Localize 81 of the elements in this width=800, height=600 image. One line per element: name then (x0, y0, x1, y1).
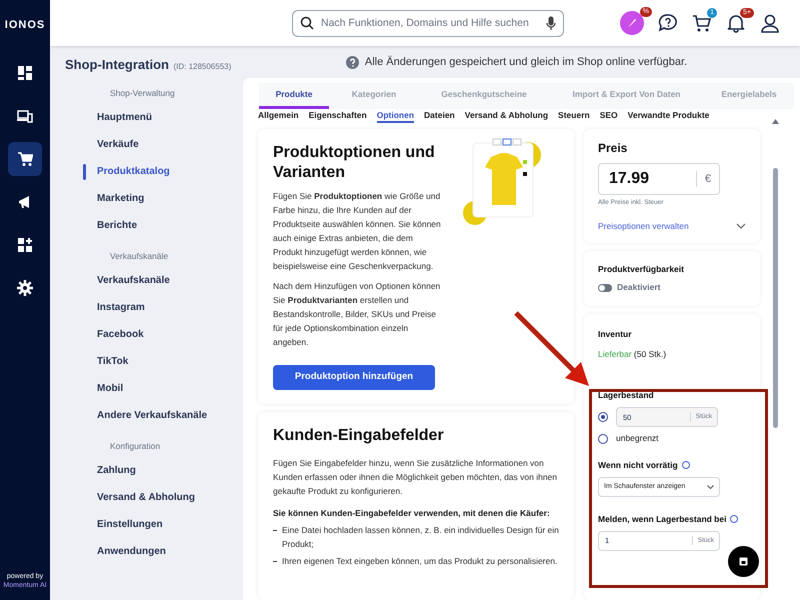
card-title: Kunden-Eingabefelder (273, 426, 445, 446)
help-icon (346, 56, 359, 68)
sub-tab[interactable]: SEO (600, 109, 618, 123)
devices-icon (17, 108, 33, 124)
sub-tab[interactable]: Optionen (376, 109, 414, 123)
list-heading: Sie können Kunden-Eingabefelder verwenden, mit denen die Käufer: (273, 507, 551, 520)
availability-toggle[interactable] (598, 284, 612, 292)
currency-unit: € (696, 170, 719, 188)
card-title: Produktoptionen und Varianten (273, 143, 436, 183)
cart-icon[interactable] (692, 13, 712, 33)
scroll-up-icon[interactable] (772, 119, 778, 124)
sub-tab[interactable]: Versand & Abholung (464, 109, 548, 123)
sidebar-item[interactable]: Zahlung (97, 463, 136, 478)
save-notice: Alle Änderungen gespeichert und gleich im Shop online verfügbar. (364, 54, 688, 70)
sidebar-item[interactable]: Facebook (97, 327, 144, 342)
scrollbar-thumb[interactable] (772, 168, 778, 428)
price-value: 17.99 (609, 169, 650, 189)
out-of-stock-label: Wenn nicht vorrätig (598, 459, 678, 472)
sidebar-item[interactable]: Verkaufskanäle (97, 273, 170, 288)
help-chat-icon[interactable] (658, 13, 678, 33)
help-icon (682, 461, 690, 470)
add-apps-icon (17, 236, 33, 252)
stock-label: Lagerbestand (598, 388, 655, 402)
cart-icon (17, 150, 33, 166)
price-options-link[interactable]: Preisoptionen verwalten (598, 220, 689, 232)
list-item: Ihren eigenen Text eingeben können, um das Produkt zu personalisieren. (282, 554, 558, 568)
list-dash (273, 560, 277, 562)
bell-icon[interactable] (726, 13, 746, 33)
sidebar-item[interactable]: Hauptmenü (97, 110, 152, 125)
microphone-icon[interactable] (546, 16, 556, 30)
user-icon[interactable] (760, 13, 780, 33)
sub-tab[interactable]: Steuern (558, 109, 590, 123)
radio-label: unbegrenzt (616, 432, 659, 445)
section-heading: Konfiguration (109, 440, 162, 453)
ionos-logo[interactable]: IONOS (4, 17, 46, 34)
sidebar-item[interactable]: Versand & Abholung (97, 490, 195, 505)
list-dash (273, 530, 277, 531)
sidebar-item[interactable]: Marketing (97, 191, 144, 206)
shop-id-text: (ID: 128506553) (173, 62, 232, 71)
sidebar-item[interactable]: Berichte (97, 218, 138, 233)
sidebar-item[interactable]: Produktkatalog (97, 164, 170, 179)
price-field[interactable]: 17.99 € (598, 163, 720, 195)
sub-tab[interactable]: Verwandte Produkte (628, 109, 710, 123)
add-option-button[interactable]: Produktoption hinzufügen (273, 365, 435, 390)
sidebar-item[interactable]: Einstellungen (97, 517, 163, 532)
sidebar-item[interactable]: Anwendungen (97, 544, 166, 559)
sub-tab[interactable]: Eigenschaften (308, 109, 367, 123)
radio-button[interactable] (598, 434, 608, 444)
dashboard-icon (17, 64, 33, 80)
selected-indicator (83, 164, 86, 180)
sidebar-item[interactable]: Instagram (97, 300, 145, 315)
sidebar-item[interactable]: Andere Verkaufskanäle (97, 408, 208, 423)
search-icon (300, 16, 314, 30)
settings-icon (17, 280, 33, 296)
sidebar-item[interactable]: Mobil (97, 381, 124, 396)
section-heading: Shop-Verwaltung (109, 86, 176, 100)
stock-status-text: Lieferbar (50 Stk.) (598, 348, 668, 360)
search-field[interactable]: Nach Funktionen, Domains und Hilfe suchen (292, 10, 564, 36)
availability-label: Produktverfügbarkeit (598, 262, 685, 276)
sidebar-item[interactable]: Verkäufe (97, 137, 139, 152)
inventory-label: Inventur (598, 328, 633, 341)
section-heading: Verkaufskanäle (109, 250, 170, 263)
card-description: Fügen Sie Eingabefelder hinzu, wenn Sie zusätzliche Informationen von Kunden erfassen oder ihnen die Möglichkeit geben möchten, das von ihnen gekaufte Produkt zu konfigurieren. (273, 457, 558, 498)
price-label: Preis (598, 140, 628, 157)
rail-item[interactable] (8, 142, 42, 176)
sidebar-item[interactable]: TikTok (97, 354, 128, 369)
list-item: Eine Datei hochladen lassen können, z. B. ein individuelles Design für ein Produkt; (282, 524, 559, 551)
help-icon (730, 515, 738, 524)
sub-tab[interactable]: Allgemein (258, 109, 299, 123)
sub-tab[interactable]: Dateien (424, 109, 455, 123)
radio-button[interactable] (598, 412, 608, 422)
save-icon (739, 557, 748, 566)
toggle-state-text: Deaktiviert (617, 281, 660, 294)
rocket-promo-button[interactable] (620, 11, 644, 35)
tab[interactable]: Produkte (259, 83, 329, 109)
card-description: Fügen Sie Produktoptionen wie Größe und Farbe hinzu, die Ihre Kunden auf der Produktseite auswählen können. Sie können auch einige Extras anbieten, die dem Produkt hinzugefügt werden können, wie beispielsweise eine Geschenkverpackung. (273, 190, 441, 273)
chevron-down-icon (707, 484, 714, 489)
sidebar-title: Shop-Integration (65, 57, 169, 72)
chevron-down-icon[interactable] (736, 223, 746, 230)
notify-label: Melden, wenn Lagerbestand bei (598, 512, 726, 526)
card-description: Nach dem Hinzufügen von Optionen können Sie Produktvarianten erstellen und Bestandskontrolle, Bilder, SKUs und Preise für jede Optionskombination einzeln angeben. (273, 280, 441, 349)
